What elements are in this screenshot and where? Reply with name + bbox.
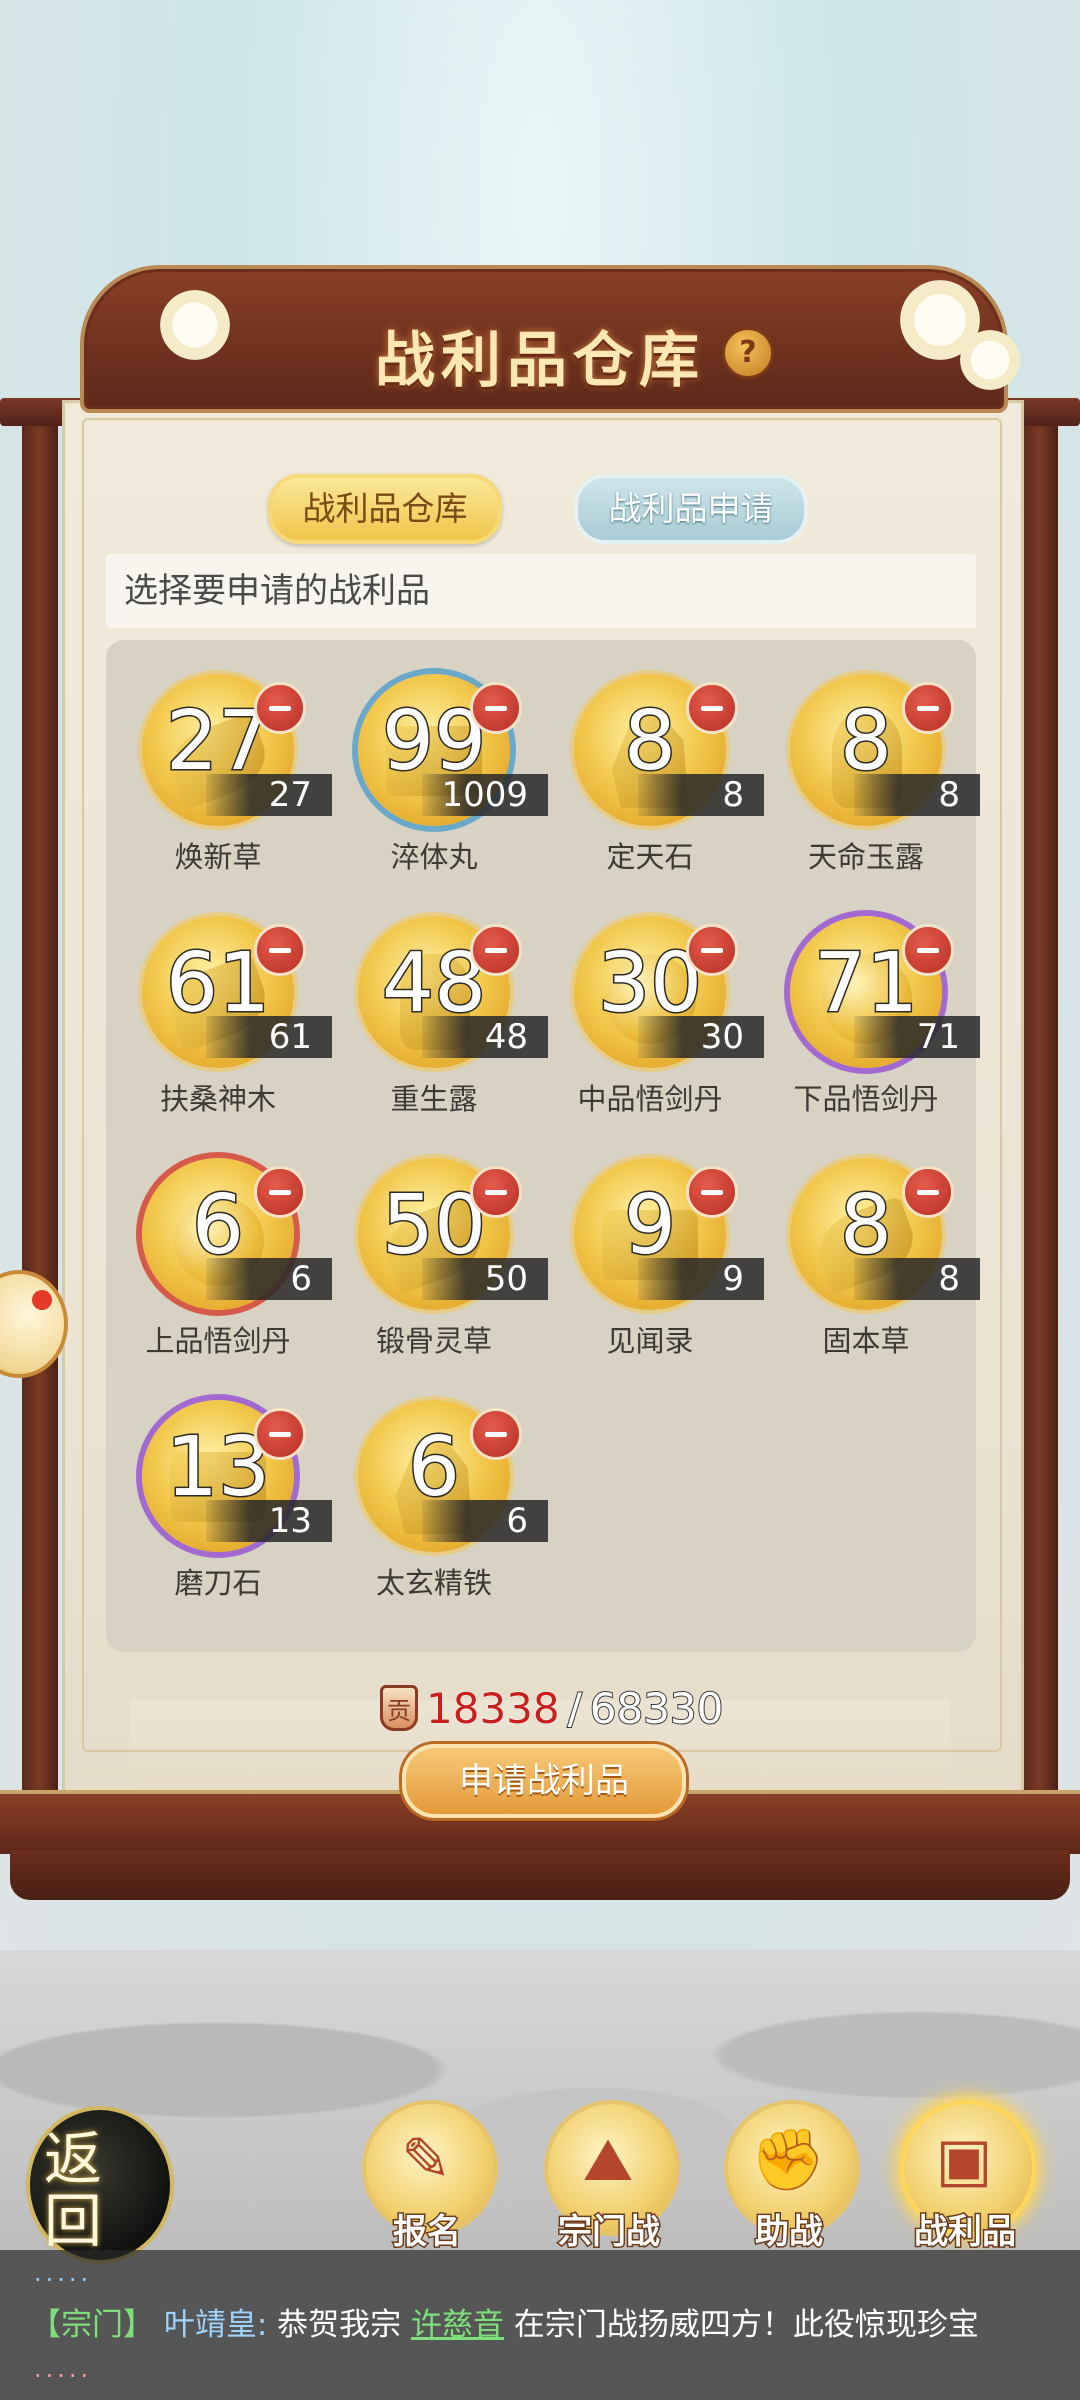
notification-dot	[32, 1290, 52, 1310]
item-slot[interactable]: 6 6 上品悟剑丹	[106, 1140, 332, 1360]
nav-label: 战利品	[913, 2211, 1018, 2254]
frame-right-pillar	[1022, 400, 1058, 1870]
item-name: 淬体丸	[390, 840, 478, 874]
chat-user[interactable]: 叶靖皇:	[164, 2307, 267, 2343]
item-name: 焕新草	[174, 840, 262, 874]
item-name: 扶桑神木	[159, 1082, 276, 1116]
selection-prompt: 选择要申请的战利品	[106, 554, 976, 628]
item-name: 天命玉露	[807, 840, 924, 874]
item-slot[interactable]: 9 9 见闻录	[538, 1140, 764, 1360]
item-slot[interactable]: 13 13 磨刀石	[106, 1382, 332, 1602]
minus-icon[interactable]	[686, 1166, 738, 1218]
chat-text-before: 恭贺我宗	[277, 2307, 402, 2343]
minus-icon[interactable]	[902, 924, 954, 976]
minus-icon[interactable]	[470, 1166, 522, 1218]
page-title: 战利品仓库	[375, 326, 705, 396]
chat-channel: 【宗门】	[30, 2307, 154, 2343]
chat-message[interactable]: 【宗门】 叶靖皇: 恭贺我宗 许慈音 在宗门战扬威四方！此役惊现珍宝	[30, 2300, 1080, 2350]
frame-base	[10, 1850, 1070, 1900]
nav-loot[interactable]: ▣ 战利品	[890, 2100, 1040, 2260]
item-slot[interactable]: 48 48 重生露	[322, 898, 548, 1118]
tab-warehouse[interactable]: 战利品仓库	[268, 474, 502, 544]
item-slot[interactable]: 8 8 定天石	[538, 656, 764, 876]
item-name: 固本草	[822, 1324, 910, 1358]
minus-icon[interactable]	[470, 682, 522, 734]
nav-label: 报名	[392, 2211, 463, 2254]
nav-assist[interactable]: ✊ 助战	[714, 2100, 864, 2260]
minus-icon[interactable]	[470, 1408, 522, 1460]
minus-icon[interactable]	[902, 1166, 954, 1218]
chat-text-after: 在宗门战扬威四方！此役惊现珍宝	[513, 2307, 979, 2343]
item-slot[interactable]: 8 8 天命玉露	[754, 656, 980, 876]
item-name: 下品悟剑丹	[793, 1082, 939, 1116]
minus-icon[interactable]	[254, 682, 306, 734]
points-current: 18338	[426, 1683, 561, 1733]
nav-label: 助战	[754, 2211, 825, 2254]
mountain-flag-icon: ⛰	[582, 2125, 634, 2195]
item-slot[interactable]: 6 6 太玄精铁	[322, 1382, 548, 1602]
item-name: 太玄精铁	[375, 1566, 492, 1600]
back-label[interactable]: 返回	[44, 2128, 154, 2252]
treasure-chest-icon: ▣	[935, 2125, 993, 2195]
item-name: 定天石	[606, 840, 694, 874]
points-separator: /	[567, 1683, 583, 1734]
minus-icon[interactable]	[254, 1166, 306, 1218]
minus-icon[interactable]	[254, 1408, 306, 1460]
item-slot[interactable]: 61 61 扶桑神木	[106, 898, 332, 1118]
item-slot[interactable]: 27 27 焕新草	[106, 656, 332, 876]
minus-icon[interactable]	[902, 682, 954, 734]
apply-loot-button[interactable]: 申请战利品	[402, 1744, 686, 1818]
item-name: 上品悟剑丹	[145, 1324, 291, 1358]
chat-dots-decoration: ·····	[34, 2362, 93, 2390]
tab-apply[interactable]: 战利品申请	[574, 474, 808, 544]
item-name: 见闻录	[606, 1324, 694, 1358]
nav-signup[interactable]: ✎ 报名	[352, 2100, 502, 2260]
minus-icon[interactable]	[686, 924, 738, 976]
frame-left-pillar	[22, 400, 58, 1870]
chat-mentioned-user[interactable]: 许慈音	[411, 2307, 504, 2343]
scroll-brush-icon: ✎	[400, 2125, 452, 2195]
item-name: 锻骨灵草	[375, 1324, 492, 1358]
item-slot[interactable]: 30 30 中品悟剑丹	[538, 898, 764, 1118]
nav-sect-war[interactable]: ⛰ 宗门战	[534, 2100, 684, 2260]
chat-dots-decoration: ·····	[34, 2266, 93, 2294]
minus-icon[interactable]	[686, 682, 738, 734]
item-slot[interactable]: 1009 99 淬体丸	[322, 656, 548, 876]
points-total: 68330	[589, 1683, 725, 1734]
minus-icon[interactable]	[254, 924, 306, 976]
contribution-icon: 贡	[380, 1685, 418, 1731]
help-icon[interactable]: ?	[722, 327, 774, 379]
item-grid: 27 27 焕新草 1009 99 淬体丸 8 8 定天石 8 8 天命玉露 6…	[106, 640, 980, 1652]
minus-icon[interactable]	[470, 924, 522, 976]
handshake-icon: ✊	[750, 2125, 826, 2195]
item-name: 重生露	[390, 1082, 478, 1116]
item-name: 磨刀石	[174, 1566, 262, 1600]
item-slot[interactable]: 50 50 锻骨灵草	[322, 1140, 548, 1360]
contribution-points: 贡 18338/68330	[380, 1680, 725, 1736]
item-slot[interactable]: 71 71 下品悟剑丹	[754, 898, 980, 1118]
item-name: 中品悟剑丹	[577, 1082, 723, 1116]
item-slot[interactable]: 8 8 固本草	[754, 1140, 980, 1360]
nav-label: 宗门战	[557, 2211, 662, 2254]
